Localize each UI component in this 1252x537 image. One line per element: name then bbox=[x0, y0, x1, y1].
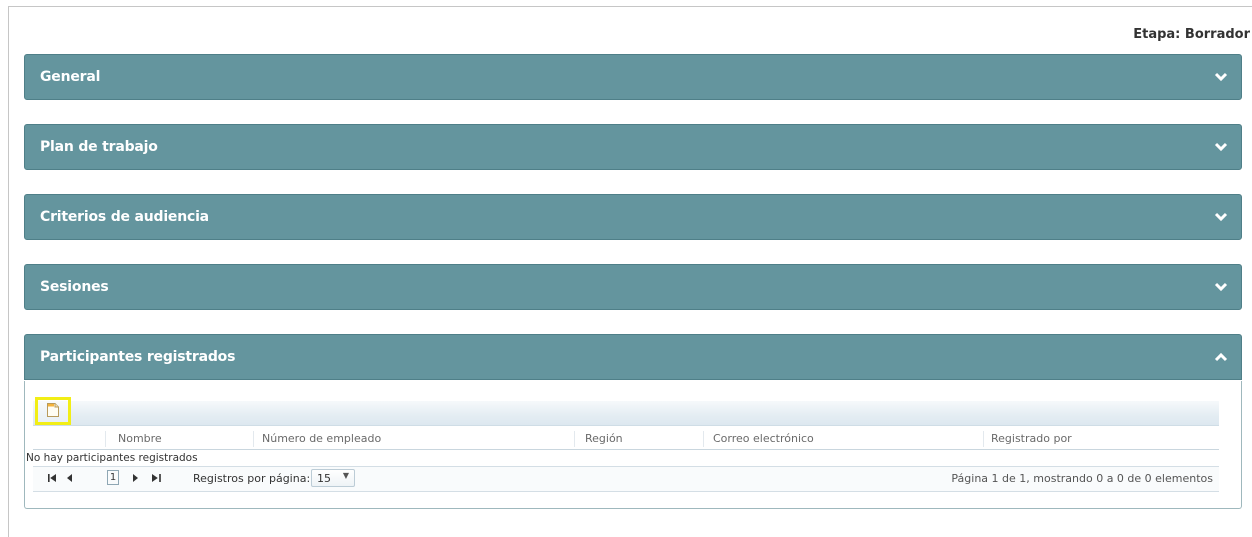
column-header-registrado-por[interactable]: Registrado por bbox=[991, 432, 1072, 445]
last-page-icon[interactable] bbox=[149, 471, 163, 485]
panel-title: Criterios de audiencia bbox=[40, 209, 209, 225]
chevron-down-icon[interactable] bbox=[1213, 139, 1229, 155]
column-header-correo-electronico[interactable]: Correo electrónico bbox=[713, 432, 814, 445]
panel-sesiones[interactable]: Sesiones bbox=[24, 264, 1242, 310]
current-page-number[interactable]: 1 bbox=[107, 470, 119, 485]
panel-participantes-registrados[interactable]: Participantes registrados bbox=[24, 334, 1242, 380]
chevron-up-icon[interactable] bbox=[1213, 349, 1229, 365]
previous-page-icon[interactable] bbox=[63, 471, 77, 485]
empty-grid-message: No hay participantes registrados bbox=[26, 452, 198, 464]
panel-title: General bbox=[40, 69, 101, 85]
participants-grid: Nombre Número de empleado Región Correo … bbox=[26, 397, 1219, 493]
panel-general[interactable]: General bbox=[24, 54, 1242, 100]
records-per-page-select[interactable]: 15 ▼ bbox=[311, 469, 355, 487]
add-participant-button[interactable] bbox=[35, 397, 71, 425]
dropdown-arrow-icon: ▼ bbox=[342, 471, 349, 480]
column-header-region[interactable]: Región bbox=[585, 432, 623, 445]
panel-title: Plan de trabajo bbox=[40, 139, 158, 155]
participants-panel-body: Nombre Número de empleado Región Correo … bbox=[24, 381, 1242, 509]
chevron-down-icon[interactable] bbox=[1213, 279, 1229, 295]
column-header-nombre[interactable]: Nombre bbox=[118, 432, 162, 445]
grid-toolbar bbox=[33, 401, 1219, 426]
panel-title: Sesiones bbox=[40, 279, 109, 295]
records-per-page-value: 15 bbox=[317, 471, 331, 485]
records-per-page-label: Registros por página: bbox=[193, 472, 311, 485]
panel-criterios-de-audiencia[interactable]: Criterios de audiencia bbox=[24, 194, 1242, 240]
grid-header-row: Nombre Número de empleado Región Correo … bbox=[33, 429, 1219, 450]
stage-label: Etapa: Borrador bbox=[1133, 27, 1250, 42]
first-page-icon[interactable] bbox=[45, 471, 59, 485]
panel-plan-de-trabajo[interactable]: Plan de trabajo bbox=[24, 124, 1242, 170]
new-record-icon bbox=[46, 402, 60, 421]
panel-title: Participantes registrados bbox=[40, 349, 236, 365]
pager-info: Página 1 de 1, mostrando 0 a 0 de 0 elem… bbox=[951, 472, 1213, 485]
column-header-numero-de-empleado[interactable]: Número de empleado bbox=[262, 432, 381, 445]
chevron-down-icon[interactable] bbox=[1213, 209, 1229, 225]
next-page-icon[interactable] bbox=[129, 471, 143, 485]
chevron-down-icon[interactable] bbox=[1213, 69, 1229, 85]
page-separator bbox=[81, 471, 95, 485]
grid-pager: 1 Registros por página: 15 ▼ Página 1 de… bbox=[33, 466, 1219, 492]
